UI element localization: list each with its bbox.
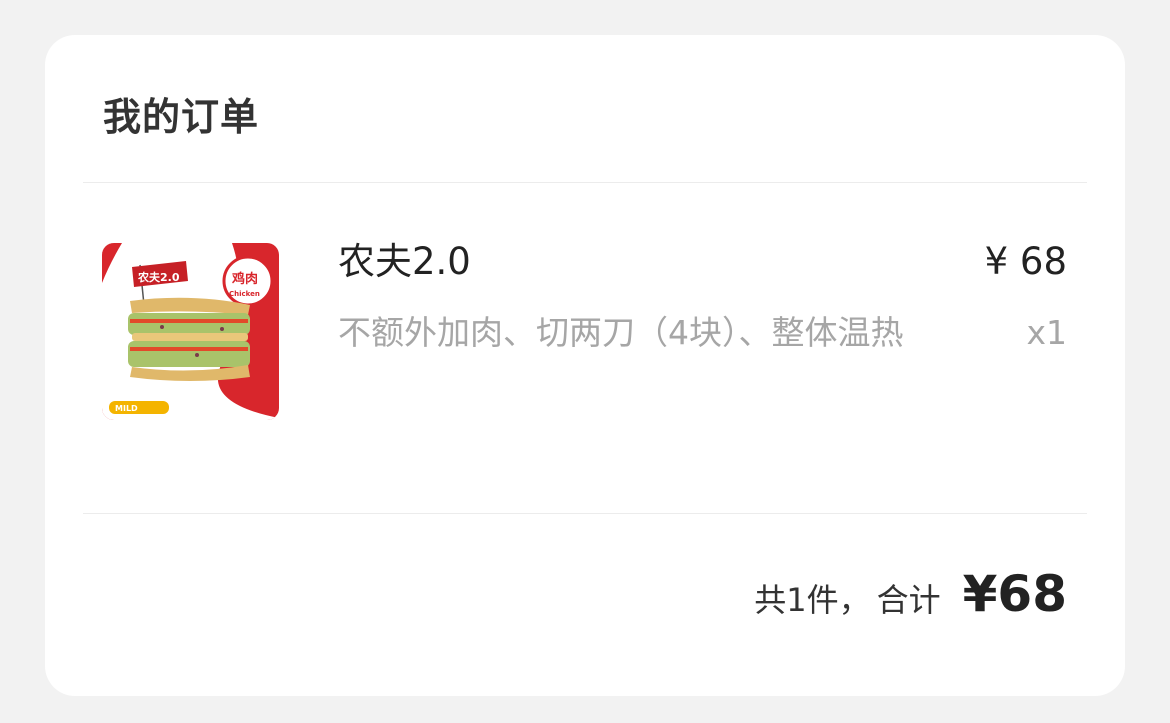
item-price: ¥ 68	[984, 240, 1067, 283]
item-options: 不额外加肉、切两刀（4块）、整体温热	[338, 313, 904, 352]
summary-divider	[83, 513, 1087, 514]
item-quantity: x1	[1026, 313, 1067, 352]
item-count: 共1件，	[754, 581, 871, 619]
flag-label: 农夫2.0	[137, 270, 180, 284]
header-divider	[83, 182, 1087, 183]
total-amount: ¥68	[962, 565, 1067, 623]
total-label: 合计	[876, 581, 941, 619]
order-summary: 共1件， 合计 ¥68	[754, 565, 1067, 623]
item-name: 农夫2.0	[338, 240, 471, 283]
sandwich-product-image: 农夫2.0 鸡肉 Chicken MILD	[102, 243, 279, 420]
meat-badge-cn: 鸡肉	[231, 271, 258, 287]
meat-badge-en: Chicken	[229, 290, 260, 298]
spice-label: MILD	[115, 404, 138, 413]
order-card: 我的订单 农夫2.0 鸡肉 Chicken MILD 农夫2.0 ¥ 68 不额…	[45, 35, 1125, 696]
product-image[interactable]: 农夫2.0 鸡肉 Chicken MILD	[102, 243, 279, 420]
order-title: 我的订单	[103, 95, 260, 139]
